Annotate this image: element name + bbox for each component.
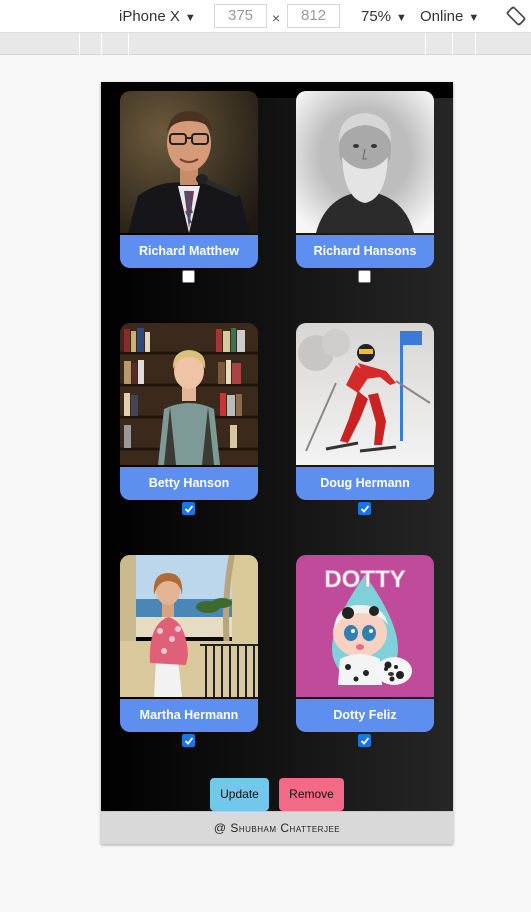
- device-select-label: iPhone X: [119, 8, 180, 25]
- select-checkbox[interactable]: [182, 270, 195, 283]
- select-checkbox[interactable]: [358, 270, 371, 283]
- device-select[interactable]: iPhone X ▼: [119, 0, 196, 33]
- person-name: Doug Hermann: [296, 467, 434, 500]
- person-photo: DOTTY: [296, 555, 434, 697]
- checkmark-icon: [184, 737, 194, 745]
- width-input[interactable]: 375: [214, 4, 267, 28]
- chevron-down-icon: ▼: [184, 12, 196, 24]
- update-button[interactable]: Update: [210, 778, 269, 811]
- select-checkbox[interactable]: [358, 502, 371, 515]
- remove-button[interactable]: Remove: [279, 778, 344, 811]
- select-checkbox[interactable]: [358, 734, 371, 747]
- person-photo: [296, 323, 434, 465]
- person-photo: [120, 91, 258, 233]
- checkmark-icon: [184, 505, 194, 513]
- devtools-device-toolbar: iPhone X ▼ 375 × 812 75% ▼ Online ▼: [0, 0, 531, 33]
- person-photo: [296, 91, 434, 233]
- checkmark-icon: [360, 737, 370, 745]
- network-throttle-select[interactable]: Online ▼: [420, 0, 479, 33]
- person-photo: [120, 555, 258, 697]
- rotate-icon[interactable]: [506, 6, 526, 26]
- height-input[interactable]: 812: [287, 4, 340, 28]
- chevron-down-icon: ▼: [468, 12, 480, 24]
- person-name: Richard Hansons: [296, 235, 434, 268]
- dimension-separator: ×: [272, 10, 281, 26]
- person-name: Betty Hanson: [120, 467, 258, 500]
- person-name: Richard Matthew: [120, 235, 258, 268]
- zoom-select[interactable]: 75% ▼: [361, 0, 407, 33]
- footer-credit: @ Shubham Chatterjee: [101, 811, 453, 844]
- network-select-label: Online: [420, 8, 464, 25]
- select-checkbox[interactable]: [182, 734, 195, 747]
- media-query-bar[interactable]: [0, 33, 531, 55]
- chevron-down-icon: ▼: [396, 12, 407, 24]
- zoom-select-label: 75%: [361, 8, 392, 25]
- device-viewport: Richard Matthew Richard Hansons Betty Ha…: [101, 82, 453, 844]
- checkmark-icon: [360, 505, 370, 513]
- poster-title: DOTTY: [324, 566, 405, 593]
- person-name: Dotty Feliz: [296, 699, 434, 732]
- person-photo: [120, 323, 258, 465]
- select-checkbox[interactable]: [182, 502, 195, 515]
- person-name: Martha Hermann: [120, 699, 258, 732]
